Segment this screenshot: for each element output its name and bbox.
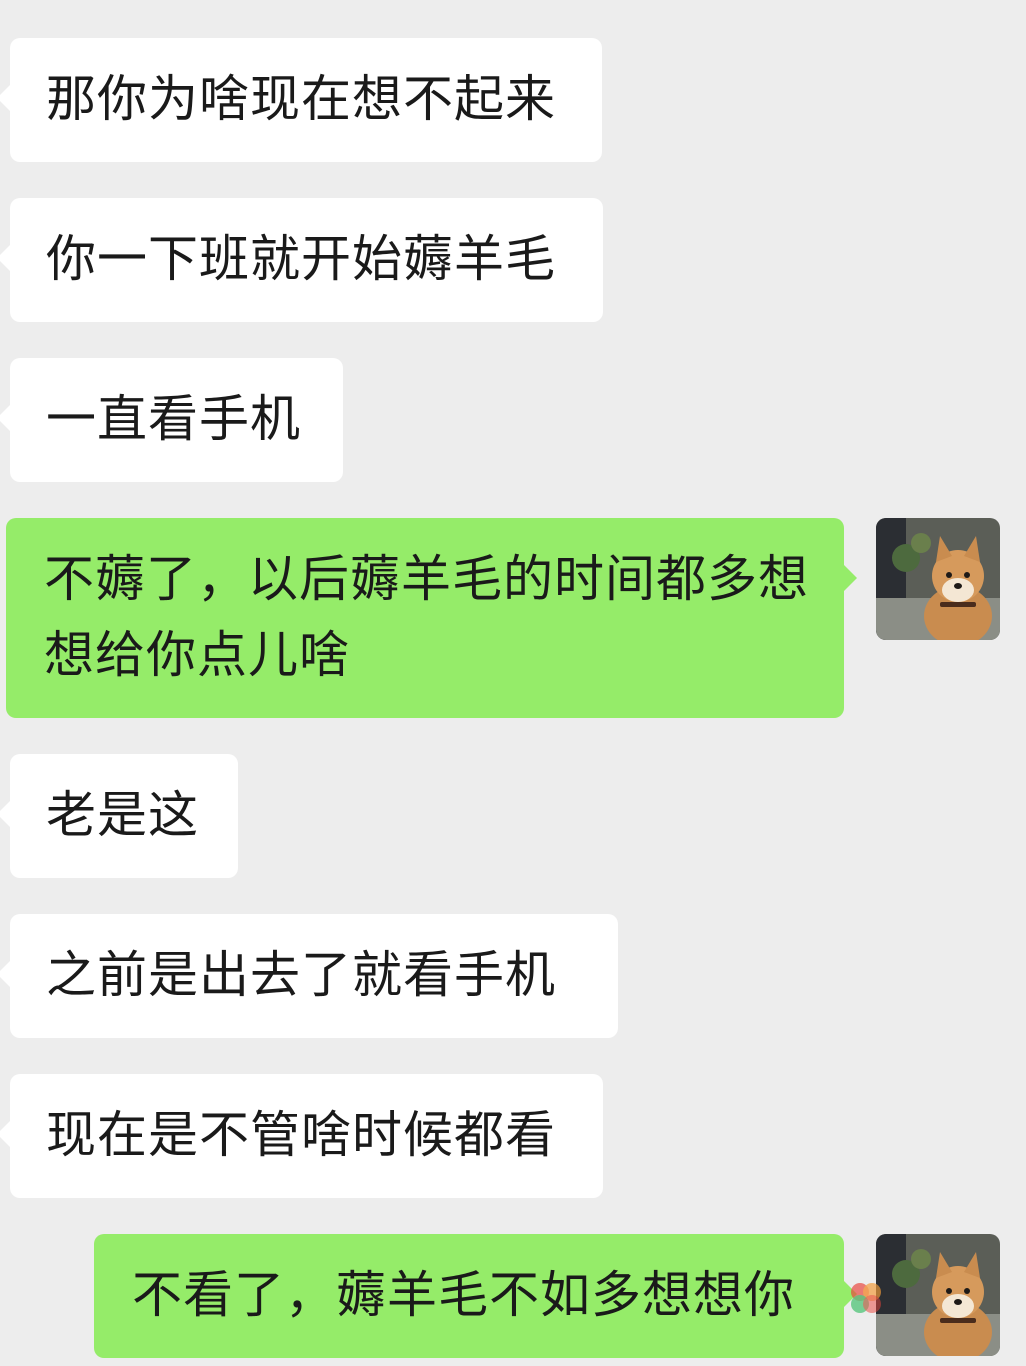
shiba-dog-avatar[interactable]	[876, 1234, 1000, 1356]
received-message-bubble[interactable]: 现在是不管啥时候都看	[0, 1074, 603, 1198]
message-text: 老是这	[46, 786, 199, 844]
received-message-bubble[interactable]: 之前是出去了就看手机	[0, 914, 618, 1038]
received-message-bubble[interactable]: 你一下班就开始薅羊毛	[0, 198, 603, 322]
sent-message-bubble[interactable]: 不看了，薅羊毛不如多想想你	[94, 1234, 857, 1358]
message-text: 你一下班就开始薅羊毛	[46, 230, 556, 288]
sent-message-bubble[interactable]: 不薅了，以后薅羊毛的时间都多想 想给你点儿啥	[6, 518, 857, 718]
received-message-bubble[interactable]: 那你为啥现在想不起来	[0, 38, 602, 162]
message-text-line-1: 不薅了，以后薅羊毛的时间都多想	[44, 550, 809, 608]
received-message-bubble[interactable]: 老是这	[0, 754, 238, 878]
received-message-bubble[interactable]: 一直看手机	[0, 358, 343, 482]
message-text-line-2: 想给你点儿啥	[44, 626, 350, 684]
shiba-dog-avatar[interactable]	[876, 518, 1000, 640]
watermark-logo-icon	[846, 1278, 886, 1318]
message-text: 之前是出去了就看手机	[46, 946, 556, 1004]
message-text: 现在是不管啥时候都看	[46, 1106, 556, 1164]
message-text: 不看了，薅羊毛不如多想想你	[132, 1266, 795, 1324]
message-text: 那你为啥现在想不起来	[46, 70, 556, 128]
message-text: 一直看手机	[46, 390, 301, 448]
